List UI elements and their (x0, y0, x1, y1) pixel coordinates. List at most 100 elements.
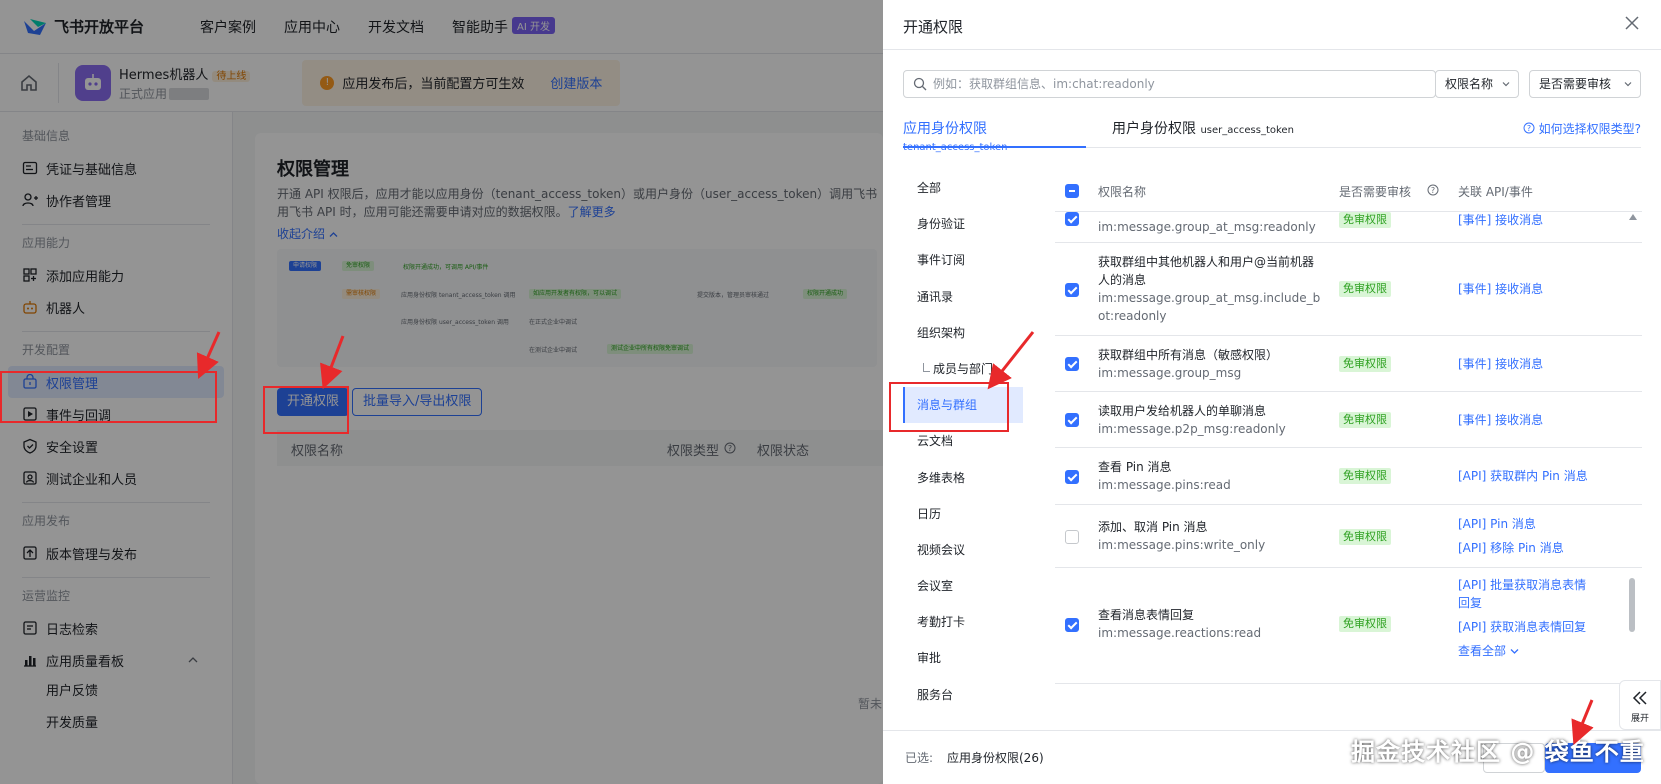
close-icon[interactable] (1623, 14, 1641, 32)
col-name: 权限名称 (1098, 185, 1147, 199)
table-row: 获取群组中其他机器人和用户@当前机器人的消息 im:message.group_a… (1055, 243, 1642, 336)
row-checkbox[interactable] (1065, 357, 1079, 371)
permission-type-help-link[interactable]: ? 如何选择权限类型? (1523, 120, 1641, 137)
annotation-box-sidebar (0, 371, 217, 423)
expand-panel-button[interactable]: 展开 (1619, 680, 1661, 730)
row-checkbox[interactable] (1065, 413, 1079, 427)
table-row: im:message.group_at_msg:readonly 免审权限 [事… (1055, 212, 1642, 243)
api-link[interactable]: [API] 移除 Pin 消息 (1458, 536, 1564, 560)
search-field-select[interactable]: 权限名称 (1435, 70, 1519, 98)
api-link[interactable]: [事件] 接收消息 (1458, 208, 1543, 232)
related-apis: [事件] 接收消息 (1458, 208, 1543, 232)
review-filter-select[interactable]: 是否需要审核 (1529, 70, 1641, 98)
col-api: 关联 API/事件 (1458, 185, 1533, 199)
category-approval[interactable]: 审批 (903, 640, 1023, 676)
permission-name: 查看消息表情回复 im:message.reactions:read (1098, 606, 1324, 642)
tab-tenant-permissions[interactable]: 应用身份权限 tenant_access_token (903, 118, 1086, 153)
free-review-badge: 免审权限 (1339, 356, 1391, 372)
category-contacts[interactable]: 通讯录 (903, 279, 1023, 315)
view-all-label: 查看全部 (1458, 644, 1507, 658)
free-review-badge: 免审权限 (1339, 412, 1391, 428)
table-row: 查看消息表情回复 im:message.reactions:read 免审权限 [… (1055, 568, 1642, 684)
search-icon (913, 77, 927, 91)
col-review: 是否需要审核 (1339, 185, 1412, 199)
tab-user-permissions[interactable]: 用户身份权限 user_access_token (1112, 118, 1294, 148)
row-checkbox[interactable] (1065, 283, 1079, 297)
row-checkbox[interactable] (1065, 618, 1079, 632)
view-all-link[interactable]: 查看全部 (1458, 642, 1586, 660)
related-apis: [事件] 接收消息 (1458, 277, 1543, 301)
free-review-badge: 免审权限 (1339, 529, 1391, 545)
category-meeting-room[interactable]: 会议室 (903, 568, 1023, 604)
permission-name: 添加、取消 Pin 消息 im:message.pins:write_only (1098, 518, 1324, 554)
permission-code: im:message.reactions:read (1098, 626, 1262, 640)
related-apis: [事件] 接收消息 (1458, 408, 1543, 432)
chevron-down-icon (1502, 82, 1510, 87)
help-circle-icon: ? (1523, 122, 1535, 134)
permission-title: 获取群组中其他机器人和用户@当前机器人的消息 (1098, 255, 1315, 287)
double-chevron-left-icon (1632, 691, 1647, 705)
permission-table: 权限名称 是否需要审核 ? 关联 API/事件 im:message.group… (1055, 170, 1642, 700)
category-attendance[interactable]: 考勤打卡 (903, 604, 1023, 640)
tab-token: user_access_token (1200, 125, 1294, 136)
api-link[interactable]: [事件] 接收消息 (1458, 277, 1543, 301)
table-row: 读取用户发给机器人的单聊消息 im:message.p2p_msg:readonl… (1055, 392, 1642, 448)
category-events[interactable]: 事件订阅 (903, 242, 1023, 278)
api-link[interactable]: [API] 获取群内 Pin 消息 (1458, 464, 1588, 488)
annotation-box-open-button (263, 386, 349, 434)
related-apis: [API] 批量获取消息表情 回复 [API] 获取消息表情回复 查看全部 (1458, 576, 1586, 660)
api-link[interactable]: 回复 (1458, 594, 1586, 612)
row-checkbox[interactable] (1065, 470, 1079, 484)
category-bitable[interactable]: 多维表格 (903, 460, 1023, 496)
category-video-meeting[interactable]: 视频会议 (903, 532, 1023, 568)
help-circle-icon[interactable]: ? (1427, 184, 1439, 196)
free-review-badge: 免审权限 (1339, 616, 1391, 632)
select-value: 权限名称 (1445, 77, 1494, 91)
permission-code: im:message.group_msg (1098, 366, 1242, 380)
api-link[interactable]: [事件] 接收消息 (1458, 352, 1543, 376)
table-row: 获取群组中所有消息（敏感权限） im:message.group_msg 免审权限… (1055, 336, 1642, 392)
permission-title: 读取用户发给机器人的单聊消息 (1098, 404, 1267, 418)
category-list: 全部 身份验证 事件订阅 通讯录 组织架构 成员与部门 消息与群组 云文档 多维… (903, 170, 1023, 713)
category-calendar[interactable]: 日历 (903, 496, 1023, 532)
permission-code: im:message.group_at_msg.include_bot:read… (1098, 291, 1321, 323)
api-link[interactable]: [事件] 接收消息 (1458, 408, 1543, 432)
api-link[interactable]: [API] Pin 消息 (1458, 512, 1564, 536)
tab-label: 用户身份权限 (1112, 121, 1196, 137)
annotation-box-category (889, 382, 1009, 432)
permission-code: im:message.p2p_msg:readonly (1098, 422, 1286, 436)
related-apis: [事件] 接收消息 (1458, 352, 1543, 376)
api-link[interactable]: [API] 批量获取消息表情 (1458, 576, 1586, 594)
permission-search (903, 70, 1436, 98)
category-all[interactable]: 全部 (903, 170, 1023, 206)
svg-text:?: ? (1431, 186, 1435, 195)
free-review-badge: 免审权限 (1339, 281, 1391, 297)
row-checkbox[interactable] (1065, 530, 1079, 544)
select-all-checkbox[interactable] (1065, 184, 1079, 198)
chevron-down-icon (1510, 649, 1519, 654)
free-review-badge: 免审权限 (1339, 468, 1391, 484)
category-helpdesk[interactable]: 服务台 (903, 677, 1023, 713)
watermark: 掘金技术社区 @ 袋鱼不重 (1351, 738, 1645, 766)
scroll-up-arrow[interactable] (1629, 214, 1637, 220)
api-link[interactable]: [API] 获取消息表情回复 (1458, 618, 1586, 636)
permission-title: 查看 Pin 消息 (1098, 460, 1172, 474)
scrollbar-thumb[interactable] (1629, 578, 1635, 632)
permission-title: 查看消息表情回复 (1098, 608, 1195, 622)
selected-count[interactable]: 应用身份权限(26) (947, 749, 1044, 766)
selected-label: 已选: (905, 751, 934, 765)
permission-name: 查看 Pin 消息 im:message.pins:read (1098, 458, 1324, 494)
row-checkbox[interactable] (1065, 212, 1079, 226)
table-row: 添加、取消 Pin 消息 im:message.pins:write_only 免… (1055, 505, 1642, 568)
permission-code: im:message.pins:write_only (1098, 538, 1266, 552)
expand-label: 展开 (1630, 714, 1649, 724)
permission-name: 读取用户发给机器人的单聊消息 im:message.p2p_msg:readonl… (1098, 402, 1324, 438)
search-input[interactable] (933, 77, 1435, 91)
permission-code: im:message.pins:read (1098, 478, 1231, 492)
related-apis: [API] Pin 消息 [API] 移除 Pin 消息 (1458, 512, 1564, 560)
permission-name: 获取群组中其他机器人和用户@当前机器人的消息 im:message.group_a… (1098, 253, 1324, 325)
category-org[interactable]: 组织架构 (903, 315, 1023, 351)
tab-token: tenant_access_token (903, 142, 1008, 153)
category-auth[interactable]: 身份验证 (903, 206, 1023, 242)
free-review-badge: 免审权限 (1339, 212, 1391, 228)
